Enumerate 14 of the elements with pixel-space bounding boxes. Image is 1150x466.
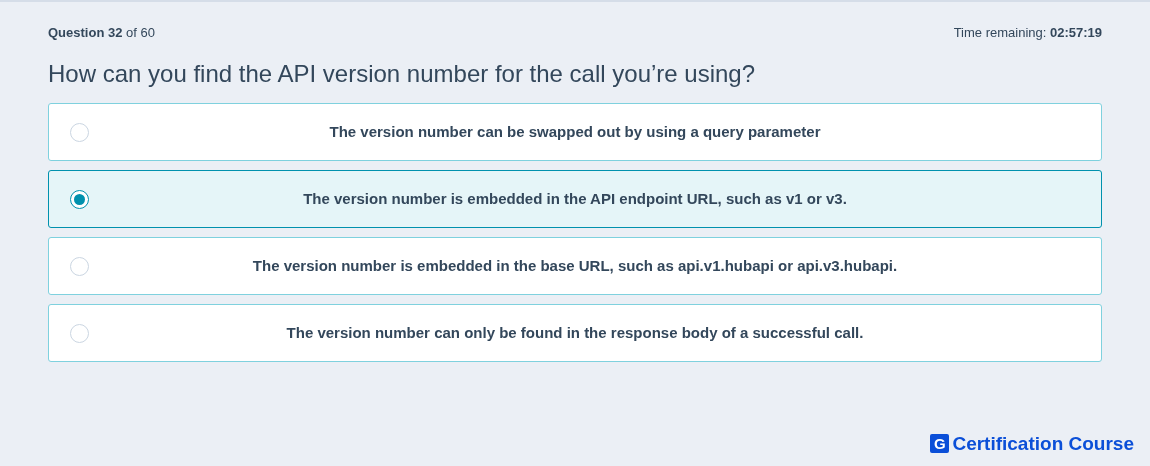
question-counter: Question 32 of 60 <box>48 24 155 43</box>
question-text: How can you find the API version number for the call you’re using? <box>48 59 757 89</box>
answer-option[interactable]: The version number is embedded in the base URL, such as api.v1.hubapi or api.v3.hubapi. <box>48 237 1102 295</box>
logo-icon: G <box>930 434 950 454</box>
brand-name: Certification Course <box>952 431 1134 456</box>
answer-text: The version number is embedded in the base URL, such as api.v1.hubapi or api.v3.hubapi. <box>252 255 898 276</box>
answer-option[interactable]: The version number is embedded in the API endpoint URL, such as v1 or v3. <box>48 170 1102 228</box>
answer-text: The version number can only be found in the response body of a successful call. <box>286 322 864 343</box>
time-remaining: Time remaining: 02:57:19 <box>953 24 1102 43</box>
answer-option[interactable]: The version number can be swapped out by using a query parameter <box>48 103 1102 161</box>
answer-text: The version number is embedded in the API endpoint URL, such as v1 or v3. <box>303 188 847 209</box>
answer-text: The version number can be swapped out by using a query parameter <box>329 121 821 142</box>
answer-option[interactable]: The version number can only be found in the response body of a successful call. <box>48 304 1102 362</box>
radio-button[interactable] <box>70 189 89 209</box>
